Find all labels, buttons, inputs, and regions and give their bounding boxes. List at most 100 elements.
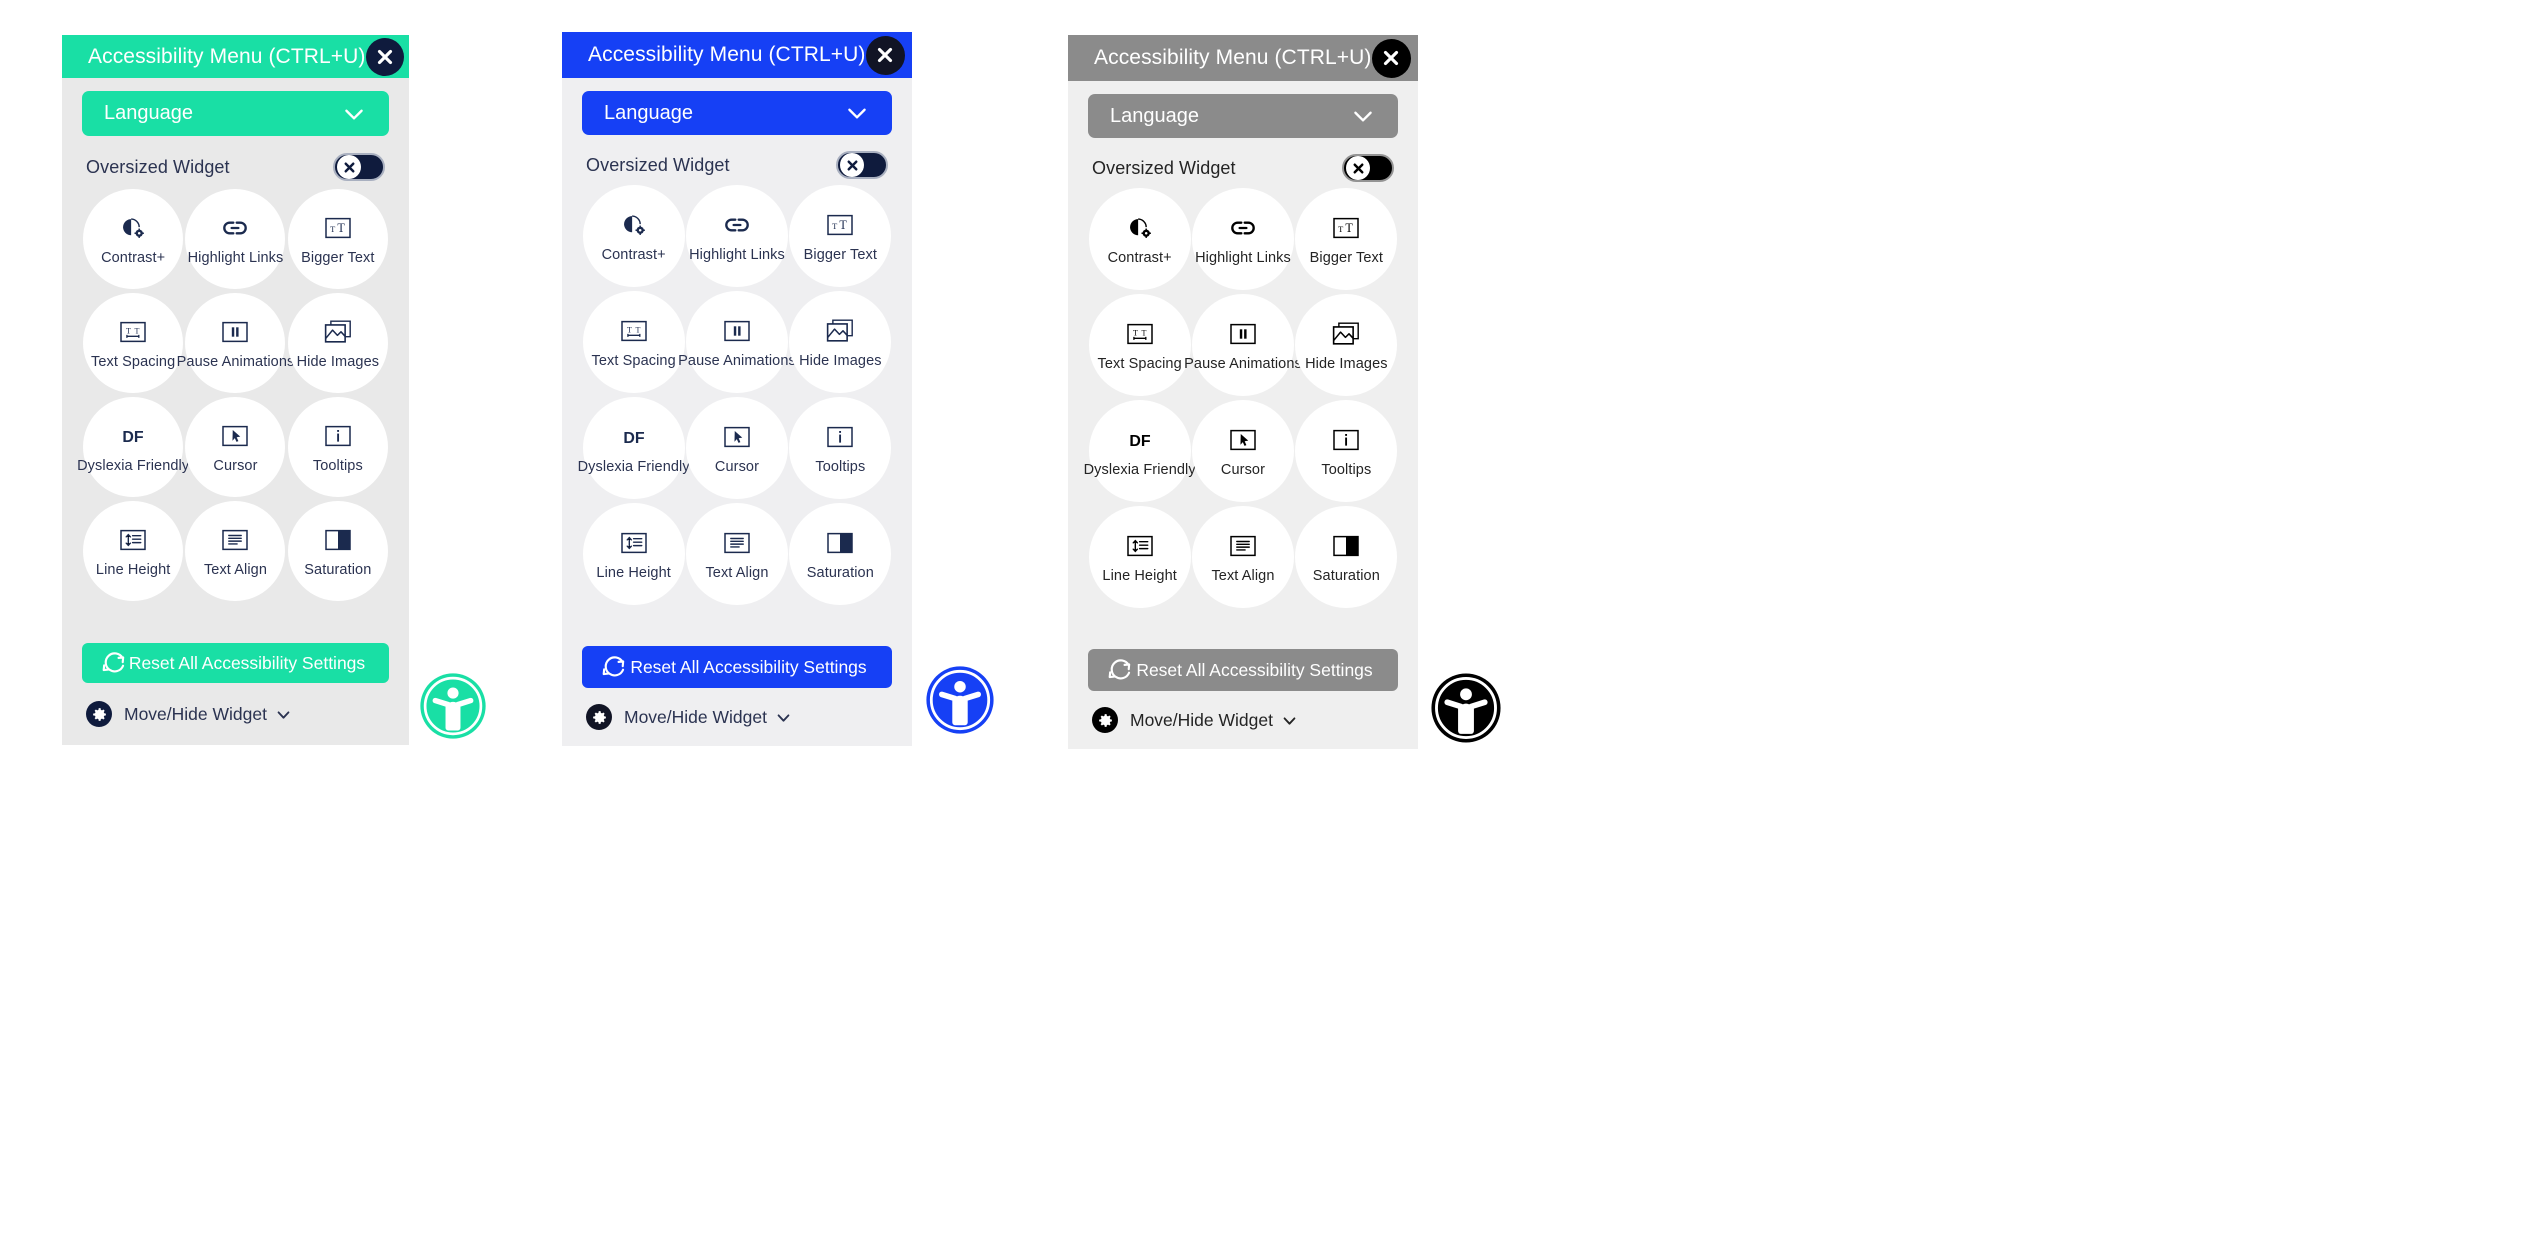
feature-button[interactable]: Tooltips: [789, 397, 892, 499]
chevron-down-icon: [277, 710, 290, 719]
feature-label: Text Align: [203, 561, 268, 578]
widget-title: Accessibility Menu (CTRL+U): [588, 43, 866, 66]
reset-all-label: Reset All Accessibility Settings: [1136, 659, 1373, 680]
feature-button[interactable]: DF Dyslexia Friendly: [1084, 400, 1196, 502]
text-align-icon: [722, 528, 752, 558]
feature-button[interactable]: T T Bigger Text: [1295, 188, 1398, 290]
svg-text:T: T: [135, 326, 140, 335]
oversized-widget-toggle[interactable]: [1342, 154, 1394, 182]
accessibility-widget-green: Accessibility Menu (CTRL+U) Language Ove…: [62, 35, 409, 745]
reset-all-button[interactable]: Reset All Accessibility Settings: [1088, 649, 1398, 691]
refresh-icon: [1106, 657, 1133, 684]
feature-button[interactable]: Hide Images: [1295, 294, 1398, 396]
feature-button[interactable]: Highlight Links: [185, 189, 286, 289]
feature-button[interactable]: Cursor: [685, 397, 788, 499]
language-select[interactable]: Language: [1088, 94, 1398, 138]
feature-button[interactable]: Tooltips: [287, 397, 388, 497]
feature-label: Saturation: [1312, 567, 1380, 584]
feature-label: Dyslexia Friendly: [77, 457, 190, 474]
x-icon: [344, 162, 354, 172]
feature-button[interactable]: Contrast+: [83, 189, 184, 289]
feature-button[interactable]: T T Text Spacing: [1088, 294, 1191, 396]
feature-button[interactable]: Text Align: [685, 503, 788, 605]
widget-title: Accessibility Menu (CTRL+U): [1094, 46, 1372, 69]
feature-button[interactable]: Line Height: [83, 501, 184, 601]
reset-all-button[interactable]: Reset All Accessibility Settings: [582, 646, 892, 688]
feature-button[interactable]: T T Bigger Text: [287, 189, 388, 289]
feature-button[interactable]: Contrast+: [1088, 188, 1191, 290]
feature-label: Tooltips: [815, 458, 866, 475]
feature-button[interactable]: Highlight Links: [1191, 188, 1294, 290]
line-height-icon: [619, 528, 649, 558]
feature-button[interactable]: Hide Images: [287, 293, 388, 393]
feature-button[interactable]: Cursor: [185, 397, 286, 497]
feature-label: Hide Images: [799, 352, 882, 369]
close-icon[interactable]: [1371, 38, 1411, 78]
feature-label: Text Spacing: [91, 353, 176, 370]
feature-button[interactable]: Pause Animations: [1184, 294, 1302, 396]
feature-label: Saturation: [806, 564, 874, 581]
move-hide-widget-button[interactable]: Move/Hide Widget: [582, 704, 892, 730]
feature-button[interactable]: T T Text Spacing: [582, 291, 685, 393]
reset-all-button[interactable]: Reset All Accessibility Settings: [82, 643, 389, 683]
feature-label: Text Spacing: [591, 352, 676, 369]
feature-button[interactable]: Highlight Links: [685, 185, 788, 287]
feature-button[interactable]: Pause Animations: [177, 293, 294, 393]
widget-footer: Reset All Accessibility Settings Move/Hi…: [582, 646, 892, 746]
bigger-text-icon: TT: [825, 210, 855, 240]
feature-button[interactable]: Pause Animations: [678, 291, 796, 393]
feature-button[interactable]: Saturation: [287, 501, 388, 601]
feature-button[interactable]: DF Dyslexia Friendly: [578, 397, 690, 499]
feature-button[interactable]: T T Bigger Text: [789, 185, 892, 287]
oversized-widget-toggle[interactable]: [333, 153, 385, 181]
oversized-widget-row: Oversized Widget: [582, 151, 892, 179]
accessibility-launcher-button[interactable]: [925, 665, 995, 735]
feature-button[interactable]: Saturation: [789, 503, 892, 605]
language-select[interactable]: Language: [582, 91, 892, 135]
reset-all-label: Reset All Accessibility Settings: [630, 656, 867, 677]
widget-header: Accessibility Menu (CTRL+U): [1068, 35, 1418, 81]
move-hide-text: Move/Hide Widget: [124, 703, 267, 724]
text-spacing-icon: TT: [1125, 319, 1155, 349]
svg-text:T: T: [126, 326, 131, 335]
feature-label: Pause Animations: [1184, 355, 1302, 372]
feature-button[interactable]: DF Dyslexia Friendly: [77, 397, 189, 497]
move-hide-widget-button[interactable]: Move/Hide Widget: [82, 701, 389, 727]
close-icon[interactable]: [865, 35, 905, 75]
feature-button[interactable]: Saturation: [1295, 506, 1398, 608]
feature-grid: Contrast+ Highlight Links T T Bigger Text T T T…: [77, 189, 389, 601]
feature-grid: Contrast+ Highlight Links T T Bigger Text T T T…: [1084, 188, 1398, 608]
feature-button[interactable]: Text Align: [185, 501, 286, 601]
feature-button[interactable]: Tooltips: [1295, 400, 1398, 502]
language-select[interactable]: Language: [82, 91, 389, 136]
accessibility-launcher-button[interactable]: [1430, 672, 1502, 744]
chevron-down-icon: [1350, 103, 1376, 129]
feature-button[interactable]: T T Text Spacing: [83, 293, 184, 393]
contrast-icon: [1125, 213, 1155, 243]
feature-button[interactable]: Hide Images: [789, 291, 892, 393]
oversized-widget-toggle[interactable]: [836, 151, 888, 179]
feature-button[interactable]: Text Align: [1191, 506, 1294, 608]
feature-label: Line Height: [596, 564, 671, 581]
close-icon[interactable]: [365, 37, 404, 76]
svg-text:T: T: [635, 325, 640, 334]
image-icon: [825, 316, 855, 346]
feature-button[interactable]: Contrast+: [582, 185, 685, 287]
bigger-text-icon: TT: [1331, 213, 1361, 243]
feature-button[interactable]: Line Height: [1088, 506, 1191, 608]
dyslexia-df-icon: DF: [619, 422, 649, 452]
oversized-widget-label: Oversized Widget: [86, 156, 230, 177]
feature-label: Tooltips: [312, 457, 363, 474]
feature-label: Dyslexia Friendly: [577, 458, 690, 475]
accessibility-launcher-button[interactable]: [419, 672, 487, 740]
feature-button[interactable]: Cursor: [1191, 400, 1294, 502]
feature-label: Highlight Links: [1195, 249, 1291, 266]
feature-grid: Contrast+ Highlight Links T T Bigger Text T T T…: [578, 185, 892, 605]
screenshot-canvas: Accessibility Menu (CTRL+U) Language Ove…: [0, 0, 2533, 1254]
feature-button[interactable]: Line Height: [582, 503, 685, 605]
widget-body: Language Oversized Widget Contrast+ Highl…: [1068, 81, 1418, 749]
move-hide-widget-button[interactable]: Move/Hide Widget: [1088, 707, 1398, 733]
contrast-icon: [118, 213, 148, 243]
feature-label: Bigger Text: [803, 246, 878, 263]
refresh-icon: [600, 654, 627, 681]
